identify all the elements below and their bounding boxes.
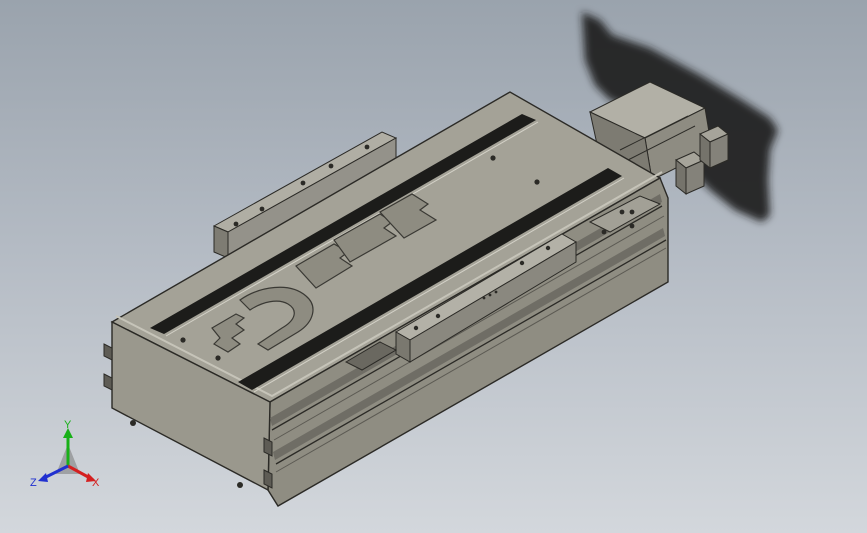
orientation-triad[interactable]: Y X Z xyxy=(28,418,108,498)
linear-actuator-model[interactable] xyxy=(0,0,867,533)
graphics-viewport[interactable]: Y X Z xyxy=(0,0,867,533)
z-axis-head-icon xyxy=(38,473,48,482)
x-axis-label: X xyxy=(92,477,100,489)
z-axis-label: Z xyxy=(30,477,37,489)
y-axis-label: Y xyxy=(64,419,72,431)
